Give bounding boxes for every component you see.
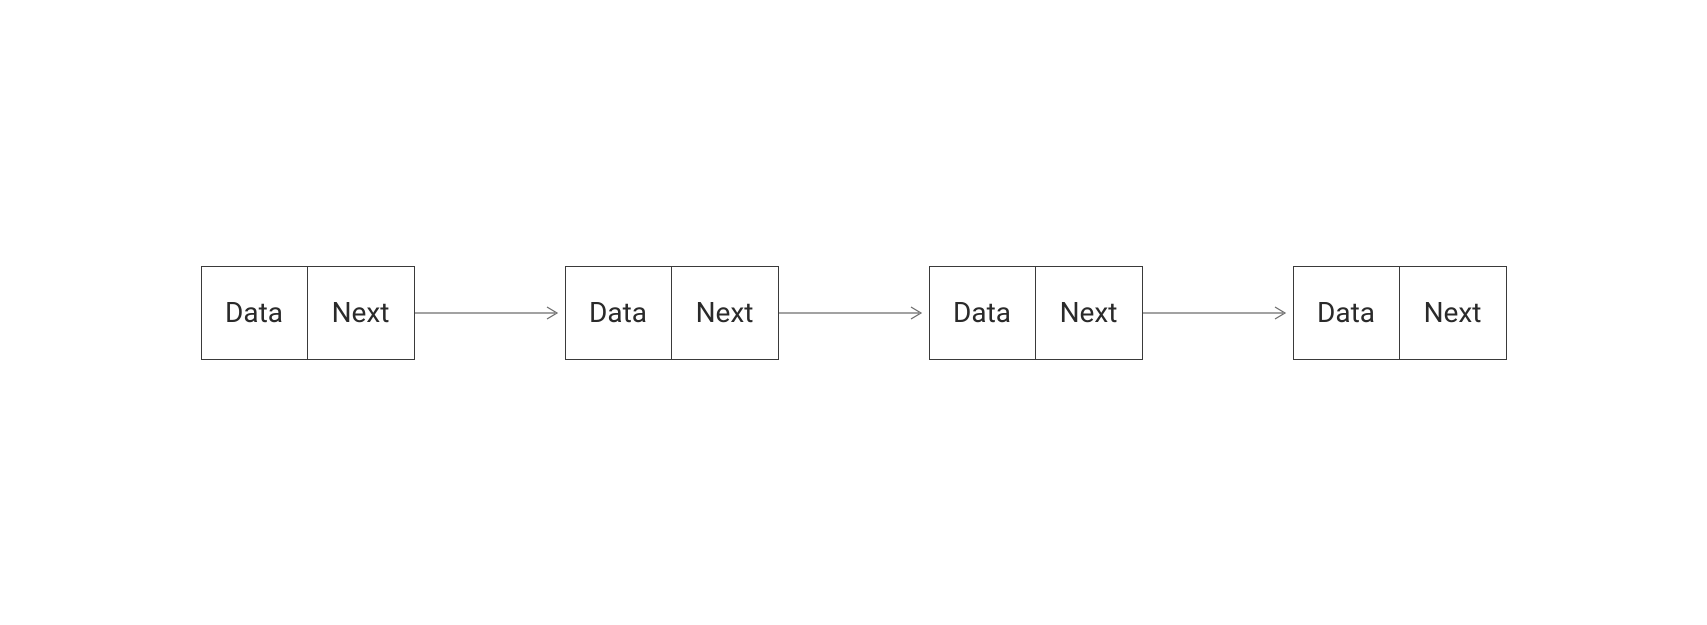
node-data-cell: Data	[1294, 267, 1400, 359]
arrow-icon	[415, 303, 565, 323]
node-next-cell: Next	[1036, 267, 1142, 359]
arrow-icon	[1143, 303, 1293, 323]
list-node: Data Next	[1293, 266, 1507, 360]
node-data-cell: Data	[930, 267, 1036, 359]
list-node: Data Next	[565, 266, 779, 360]
node-next-cell: Next	[672, 267, 778, 359]
linked-list-diagram: Data Next Data Next Data Next Data Next	[201, 266, 1507, 360]
node-next-cell: Next	[308, 267, 414, 359]
node-data-cell: Data	[566, 267, 672, 359]
list-node: Data Next	[929, 266, 1143, 360]
node-next-cell: Next	[1400, 267, 1506, 359]
list-node: Data Next	[201, 266, 415, 360]
arrow-icon	[779, 303, 929, 323]
node-data-cell: Data	[202, 267, 308, 359]
